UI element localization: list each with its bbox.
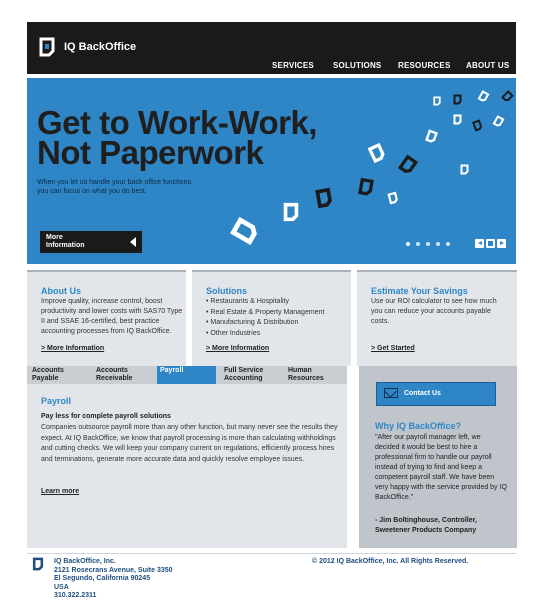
contact-us-button[interactable]: Contact Us: [376, 382, 496, 406]
author-line2: Sweetener Products Company: [375, 527, 477, 534]
contact-us-label: Contact Us: [404, 390, 441, 397]
tab-full-service-accounting[interactable]: Full Service Accounting: [221, 366, 280, 384]
address-line: 2121 Rosecrans Avenue, Suite 3350: [54, 566, 173, 574]
more-label-line2: Information: [46, 242, 85, 249]
panel-body-text: Companies outsource payroll more than an…: [41, 424, 338, 463]
hero-subtitle: When you let us handle your back office …: [37, 178, 193, 196]
nav-resources[interactable]: RESOURCES: [398, 61, 450, 70]
tab-accounts-payable[interactable]: Accounts Payable: [29, 366, 88, 384]
logo-mark-icon: [283, 202, 299, 222]
slide-dot[interactable]: [436, 242, 440, 246]
logo-mark-icon: [477, 90, 490, 102]
more-label-line1: More: [46, 234, 63, 241]
footer-address: IQ BackOffice, Inc. 2121 Rosecrans Avenu…: [54, 558, 173, 601]
hero-subtitle-line1: When you let us handle your back office …: [37, 179, 193, 186]
envelope-icon: [384, 388, 398, 398]
address-line: El Segundo, California 90245: [54, 575, 151, 582]
list-item[interactable]: • Restaurants & Hospitality: [206, 297, 324, 308]
tab-label: Resources: [288, 375, 324, 382]
why-iq-title: Why IQ BackOffice?: [375, 421, 462, 431]
footer-logo-icon: [32, 557, 44, 571]
solutions-more-information-link[interactable]: > More Information: [206, 345, 269, 352]
estimate-savings-title: Estimate Your Savings: [371, 286, 468, 296]
nav-about-us[interactable]: ABOUT US: [466, 61, 509, 70]
nav-services[interactable]: SERVICES: [272, 61, 314, 70]
logo-mark-icon: [453, 114, 462, 125]
list-item[interactable]: • Other Industries: [206, 329, 324, 340]
tab-label: Receivable: [96, 375, 133, 382]
phone-number[interactable]: 310.322.2311: [54, 592, 173, 601]
site-logo[interactable]: IQ BackOffice: [36, 36, 136, 58]
logo-mark-icon: [472, 119, 483, 132]
next-slide-button[interactable]: [497, 239, 506, 248]
tab-label: Payable: [32, 375, 59, 382]
solutions-item-label: Real Estate & Property Management: [210, 308, 325, 316]
bullet-icon: •: [206, 308, 209, 316]
solutions-item-label: Manufacturing & Distribution: [210, 319, 299, 326]
testimonial-quote: "After our payroll manager left, we deci…: [375, 434, 507, 501]
tab-accounts-receivable[interactable]: Accounts Receivable: [93, 366, 152, 384]
tab-label: Human: [288, 367, 312, 374]
logo-mark-icon: [453, 94, 462, 105]
tab-panel-payroll: [27, 384, 347, 548]
logo-mark-icon: [358, 177, 374, 196]
left-arrow-icon: [130, 237, 136, 247]
author-line1: - Jim Boltinghouse, Controller,: [375, 517, 477, 524]
address-line: USA: [54, 583, 69, 591]
testimonial-author: - Jim Boltinghouse, Controller, Sweetene…: [375, 516, 515, 536]
slide-dot[interactable]: [446, 242, 450, 246]
solutions-title: Solutions: [206, 286, 247, 296]
hero-title: Get to Work-Work, Not Paperwork: [37, 106, 317, 171]
tab-label: Full Service: [224, 367, 264, 374]
tab-human-resources[interactable]: Human Resources: [285, 366, 344, 384]
list-item[interactable]: • Real Estate & Property Management: [206, 308, 324, 319]
tab-label: Accounts: [96, 367, 128, 374]
list-item[interactable]: • Manufacturing & Distribution: [206, 318, 324, 329]
logo-mark-icon: [315, 187, 332, 209]
logo-mark-icon: [230, 216, 257, 246]
pause-slide-button[interactable]: [486, 239, 495, 248]
previous-slide-button[interactable]: [475, 239, 484, 248]
solutions-list: • Restaurants & Hospitality • Real Estat…: [206, 297, 324, 339]
copyright-text: © 2012 IQ BackOffice, Inc. All Rights Re…: [312, 558, 469, 565]
logo-mark-icon: [367, 142, 385, 164]
learn-more-link[interactable]: Learn more: [41, 488, 79, 495]
tab-label: Accounting: [224, 375, 263, 382]
slide-dot[interactable]: [416, 242, 420, 246]
bullet-icon: •: [206, 319, 209, 326]
logo-mark-icon: [425, 129, 438, 143]
slide-dot[interactable]: [426, 242, 430, 246]
logo-mark-icon: [397, 154, 419, 174]
solutions-item-label: Restaurants & Hospitality: [210, 298, 289, 305]
bullet-icon: •: [206, 298, 209, 305]
about-us-title: About Us: [41, 286, 81, 296]
panel-heading: Pay less for complete payroll solutions: [41, 413, 171, 420]
estimate-savings-text: Use our ROI calculator to see how much y…: [371, 298, 497, 325]
about-us-text: Improve quality, increase control, boost…: [41, 298, 183, 335]
hero-subtitle-line2: you can focus on what you do best.: [37, 188, 147, 195]
logo-mark-icon: [501, 90, 514, 102]
slide-indicator: [406, 242, 450, 246]
solutions-item-label: Other Industries: [210, 329, 261, 337]
tab-label: Accounts: [32, 367, 64, 374]
hero-title-line2: Not Paperwork: [37, 134, 264, 171]
logo-mark-icon: [460, 164, 469, 175]
more-information-label: More Information: [46, 234, 85, 250]
tab-payroll[interactable]: Payroll: [157, 366, 216, 384]
footer-divider: [27, 553, 516, 554]
bullet-icon: •: [206, 329, 209, 337]
slide-dot[interactable]: [406, 242, 410, 246]
about-more-information-link[interactable]: > More Information: [41, 345, 104, 352]
panel-title: Payroll: [41, 396, 72, 406]
logo-mark-icon: [387, 191, 398, 205]
nav-solutions[interactable]: SOLUTIONS: [333, 61, 381, 70]
more-information-button[interactable]: More Information: [40, 231, 142, 253]
iq-logo-icon: [39, 37, 55, 57]
get-started-link[interactable]: > Get Started: [371, 345, 415, 352]
tab-label: Payroll: [160, 367, 184, 374]
logo-text: IQ BackOffice: [64, 41, 137, 53]
logo-mark-icon: [492, 115, 505, 127]
logo-mark-icon: [433, 96, 441, 106]
address-line: IQ BackOffice, Inc.: [54, 558, 116, 565]
